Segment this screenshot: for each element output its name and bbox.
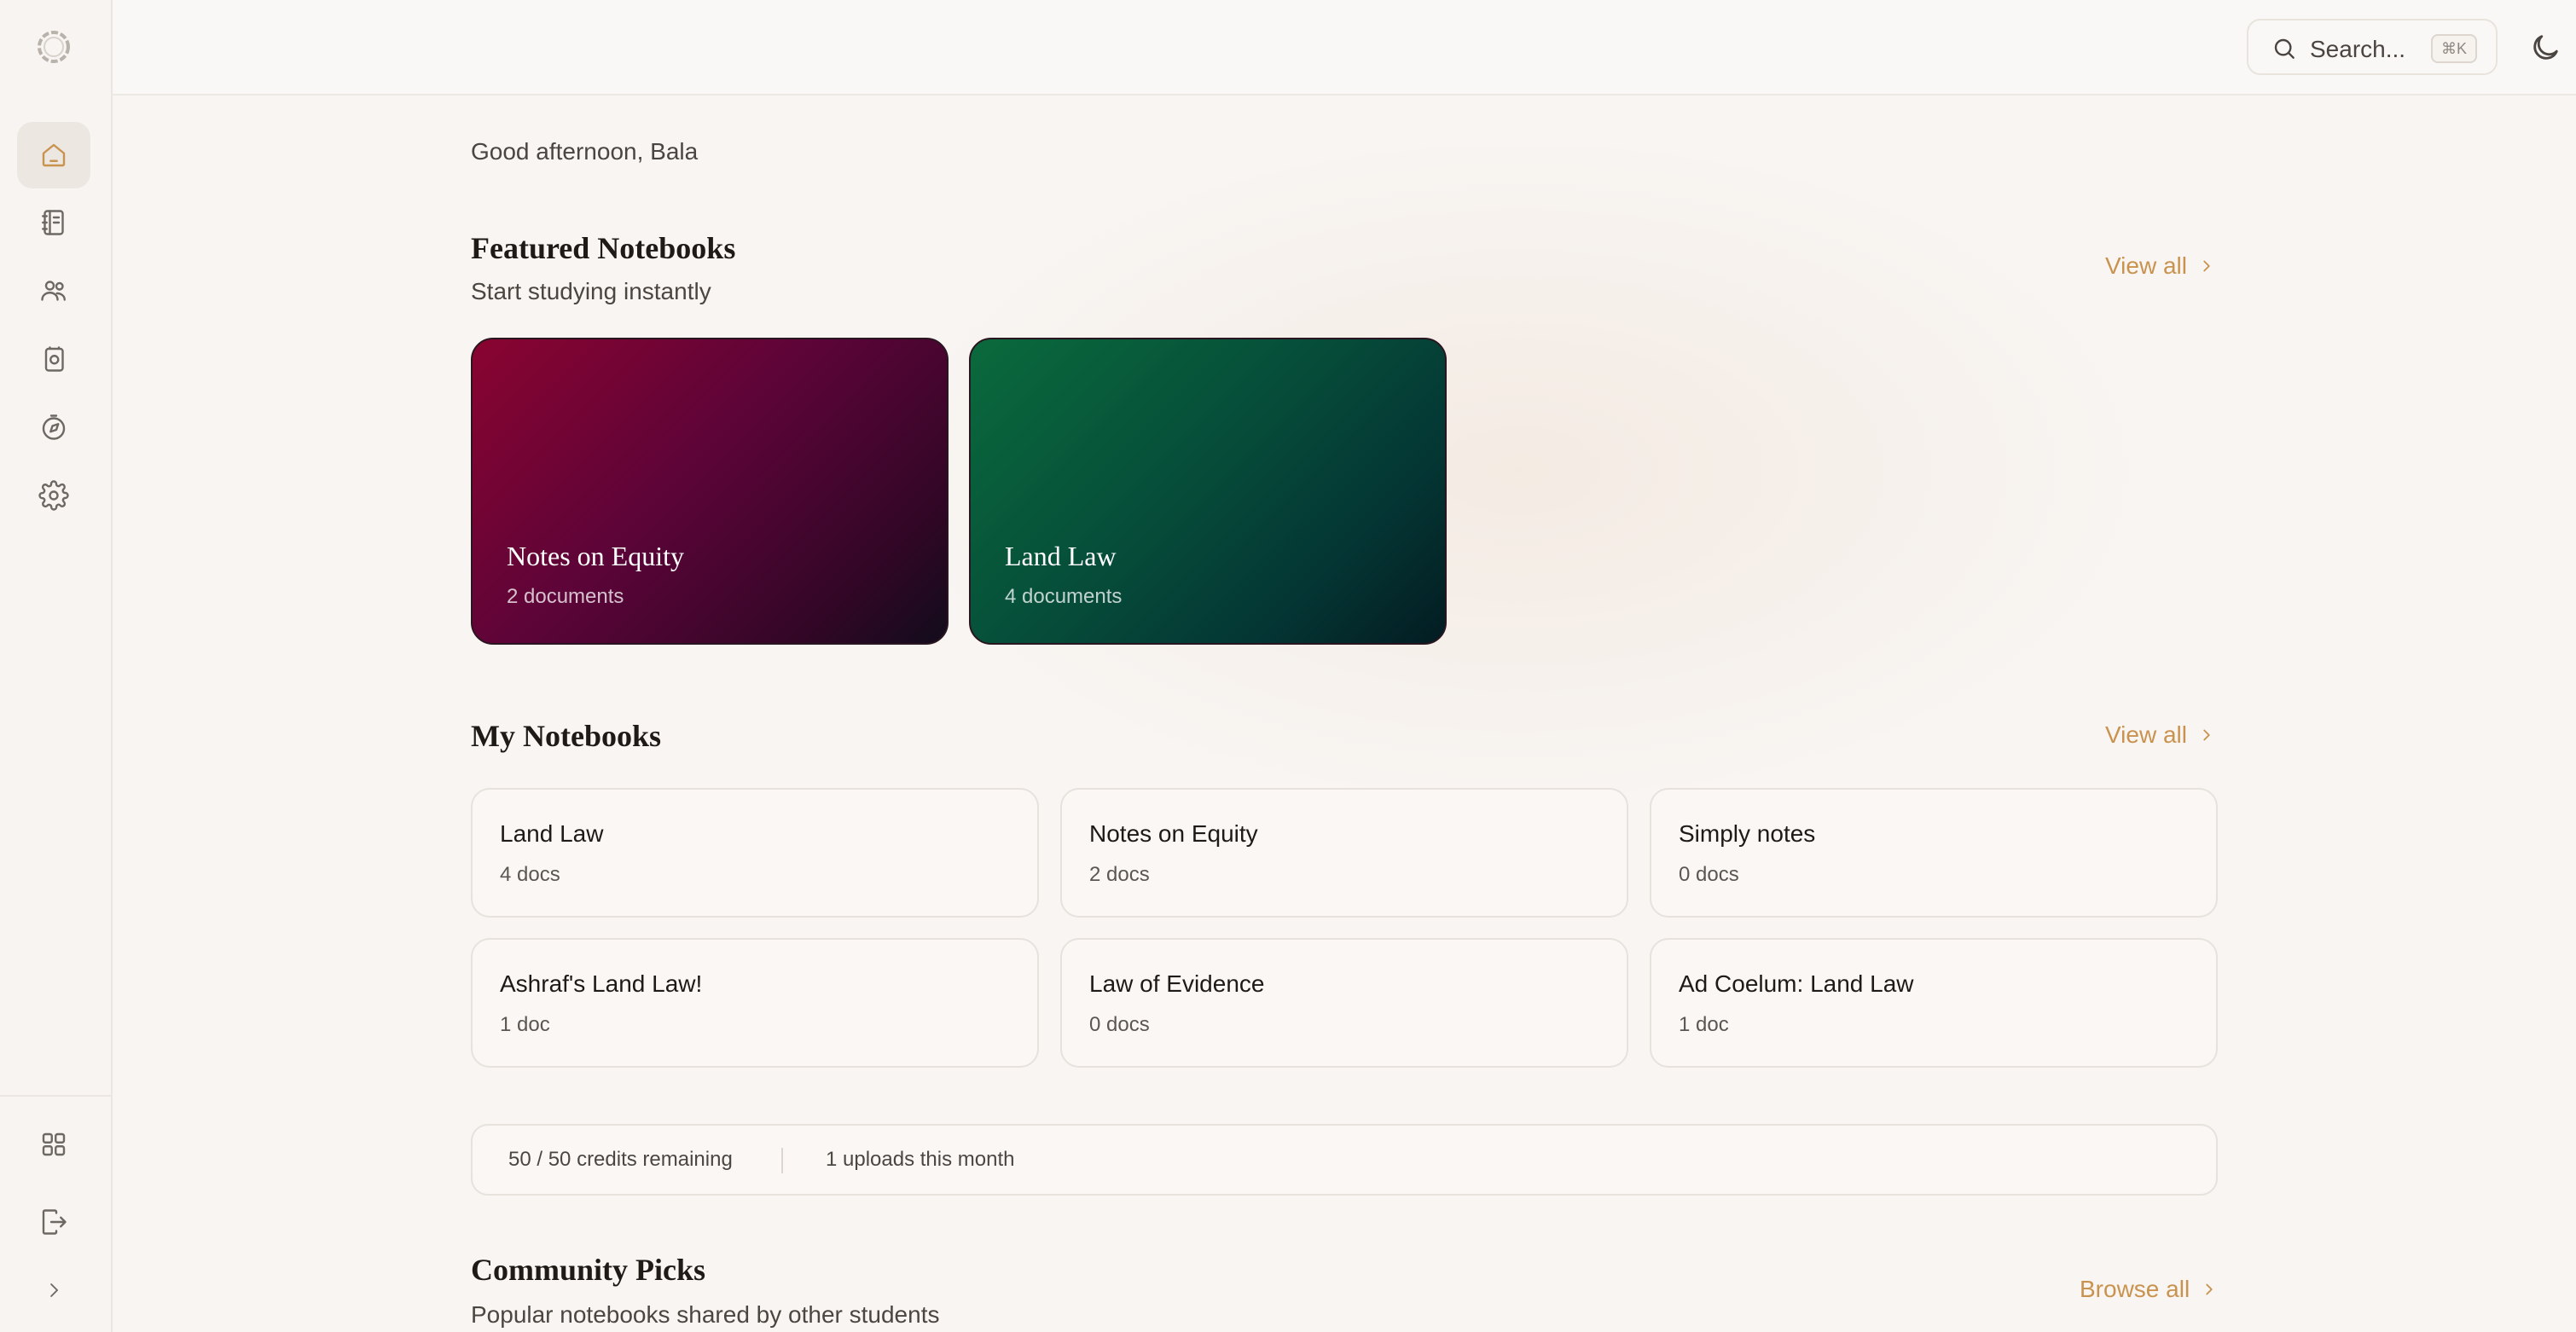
featured-card-land-law[interactable]: Land Law 4 documents — [969, 338, 1447, 645]
search-placeholder: Search... — [2310, 36, 2406, 62]
featured-view-all-link[interactable]: View all — [2105, 252, 2216, 280]
sidebar-item-flashcards[interactable] — [17, 326, 90, 392]
featured-card-count: 2 documents — [507, 585, 624, 608]
featured-card-equity[interactable]: Notes on Equity 2 documents — [471, 338, 949, 645]
logo-icon[interactable] — [34, 27, 73, 67]
notebook-card-title: Land Law — [500, 820, 604, 847]
notebook-card[interactable]: Notes on Equity 2 docs — [1060, 788, 1628, 918]
notebook-card-title: Law of Evidence — [1089, 970, 1265, 997]
my-notebooks-title: My Notebooks — [471, 719, 661, 753]
featured-card-title: Land Law — [1005, 541, 1117, 571]
notebook-card-count: 0 docs — [1089, 1013, 1150, 1036]
sidebar-item-settings[interactable] — [17, 462, 90, 529]
sidebar-item-home[interactable] — [17, 122, 90, 188]
search-icon — [2274, 38, 2295, 59]
main-content: Good afternoon, Bala Featured Notebooks … — [113, 96, 2576, 1332]
usage-bar: 50 / 50 credits remaining 1 uploads this… — [471, 1124, 2218, 1196]
sidebar-item-community[interactable] — [17, 258, 90, 324]
community-subtitle: Popular notebooks shared by other studen… — [471, 1301, 940, 1328]
community-browse-all-link[interactable]: Browse all — [2080, 1276, 2219, 1303]
featured-title: Featured Notebooks — [471, 231, 736, 265]
compass-icon — [42, 414, 66, 440]
notebook-card-title: Simply notes — [1679, 820, 1816, 847]
sidebar — [0, 0, 113, 1332]
notebook-card-title: Ad Coelum: Land Law — [1679, 970, 1914, 997]
sidebar-item-apps[interactable] — [17, 1111, 90, 1178]
notebook-card-title: Notes on Equity — [1089, 820, 1258, 847]
community-browse-all-label: Browse all — [2080, 1276, 2190, 1302]
featured-card-title: Notes on Equity — [507, 541, 684, 571]
notebook-card-count: 0 docs — [1679, 863, 1739, 886]
featured-card-count: 4 documents — [1005, 585, 1123, 608]
my-notebooks-view-all-label: View all — [2105, 721, 2187, 748]
users-icon — [41, 281, 66, 301]
my-notebooks-view-all-link[interactable]: View all — [2105, 721, 2216, 749]
moon-icon[interactable] — [2528, 31, 2562, 65]
sidebar-item-explore[interactable] — [17, 394, 90, 460]
gear-icon — [38, 480, 69, 511]
credits-remaining: 50 / 50 credits remaining — [508, 1148, 733, 1171]
flashcards-icon — [44, 346, 64, 372]
community-title: Community Picks — [471, 1253, 706, 1287]
chevron-right-icon — [2203, 729, 2210, 741]
notebook-card[interactable]: Law of Evidence 0 docs — [1060, 938, 1628, 1068]
featured-view-all-label: View all — [2105, 252, 2187, 279]
notebook-card-count: 1 doc — [1679, 1013, 1729, 1036]
sidebar-divider — [0, 1095, 113, 1097]
logout-icon — [42, 1209, 67, 1235]
grid-icon — [42, 1132, 66, 1156]
chevron-right-icon — [2206, 1283, 2213, 1295]
top-bar: Search... ⌘K — [113, 0, 2576, 96]
search-box[interactable]: Search... ⌘K — [2247, 19, 2498, 75]
chevron-right-icon — [2203, 260, 2210, 272]
notebook-card-count: 4 docs — [500, 863, 560, 886]
notebook-card[interactable]: Simply notes 0 docs — [1650, 788, 2218, 918]
search-shortcut-badge: ⌘K — [2431, 34, 2477, 63]
notebook-card-count: 1 doc — [500, 1013, 550, 1036]
notebook-card-title: Ashraf's Land Law! — [500, 970, 703, 997]
app-root: Search... ⌘K Good afternoon, Bala Featur… — [0, 0, 2576, 1332]
notebook-card[interactable]: Ashraf's Land Law! 1 doc — [471, 938, 1039, 1068]
uploads-count: 1 uploads this month — [826, 1148, 1015, 1171]
sidebar-expand-button[interactable] — [17, 1257, 90, 1323]
sidebar-item-notebooks[interactable] — [17, 189, 90, 256]
chevron-right-icon — [50, 1283, 59, 1297]
notebook-card[interactable]: Land Law 4 docs — [471, 788, 1039, 918]
home-icon — [42, 143, 66, 167]
usage-separator — [781, 1148, 783, 1173]
featured-subtitle: Start studying instantly — [471, 278, 711, 304]
notebook-card[interactable]: Ad Coelum: Land Law 1 doc — [1650, 938, 2218, 1068]
sidebar-item-logout[interactable] — [17, 1189, 90, 1255]
greeting-text: Good afternoon, Bala — [471, 138, 699, 165]
notebook-icon — [42, 210, 64, 235]
notebook-card-count: 2 docs — [1089, 863, 1150, 886]
